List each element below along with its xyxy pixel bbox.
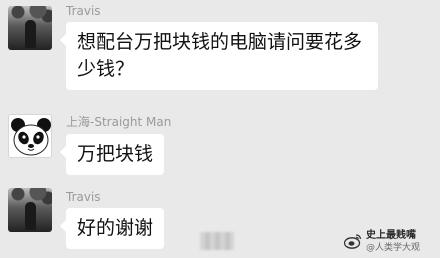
sender-name: 上海-Straight Man xyxy=(66,115,172,129)
pixelated-blur xyxy=(200,232,234,250)
travis-avatar[interactable] xyxy=(8,6,52,50)
watermark-title: 史上最贱嘴 xyxy=(366,230,416,241)
message-text: 好的谢谢 xyxy=(77,217,154,239)
chat-conversation: Travis 想配台万把块钱的电脑请问要花多 少钱？ 上海-Straight M… xyxy=(0,0,440,258)
message-bubble[interactable]: 好的谢谢 xyxy=(59,208,165,249)
message-text: 万把块钱 xyxy=(77,143,154,165)
message-bubble[interactable]: 万把块钱 xyxy=(59,134,165,175)
panda-icon xyxy=(11,118,51,156)
panda-avatar[interactable] xyxy=(8,114,52,158)
message-text-line: 少钱？ xyxy=(77,58,135,80)
message-bubble[interactable]: 想配台万把块钱的电脑请问要花多 少钱？ xyxy=(60,22,378,90)
sender-name: Travis xyxy=(66,4,101,18)
avatar-photo-person xyxy=(25,202,36,230)
message-text-line: 想配台万把块钱的电脑请问要花多 xyxy=(77,31,363,53)
travis-avatar[interactable] xyxy=(8,188,52,232)
avatar-photo-person xyxy=(25,20,36,48)
weibo-icon xyxy=(344,234,362,249)
sender-name: Travis xyxy=(66,190,101,204)
watermark-subtitle: @人类学大观 xyxy=(366,243,421,253)
weibo-watermark: 史上最贱嘴 @人类学大观 xyxy=(340,228,438,256)
